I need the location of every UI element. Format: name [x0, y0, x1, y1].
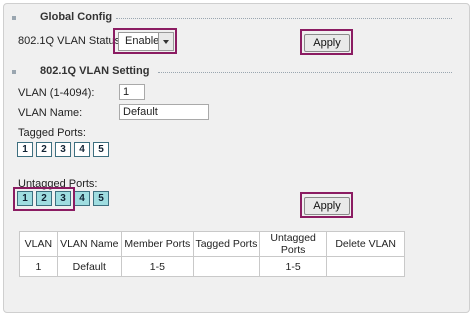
cell-vlan: 1 [19, 256, 58, 277]
cell-delete-vlan[interactable] [326, 256, 405, 277]
section-divider [116, 18, 452, 19]
cell-vlan-name: Default [56, 256, 122, 277]
tagged-ports-label: Tagged Ports: [18, 127, 86, 139]
table-row: 1 Default 1-5 1-5 [19, 256, 405, 277]
vlan-table: VLAN VLAN Name Member Ports Tagged Ports… [19, 231, 405, 277]
vlan-name-input[interactable]: Default [119, 104, 209, 120]
port-checkbox-1[interactable]: 1 [17, 142, 33, 157]
cell-untagged-ports: 1-5 [258, 256, 328, 277]
vlan-setting-header: 802.1Q VLAN Setting [12, 65, 452, 79]
col-header-vlan-name: VLAN Name [56, 231, 122, 257]
cell-member-ports: 1-5 [120, 256, 194, 277]
tagged-ports-group: 12345 [17, 142, 112, 157]
port-checkbox-4[interactable]: 4 [74, 142, 90, 157]
status-select-highlight [113, 28, 177, 54]
col-header-delete-vlan: Delete VLAN [326, 231, 405, 257]
section-bullet-icon [12, 16, 16, 20]
global-config-header: Global Config [12, 11, 452, 25]
section-bullet-icon [12, 70, 16, 74]
vlan-id-label: VLAN (1-4094): [18, 87, 95, 99]
port-checkbox-5[interactable]: 5 [93, 142, 109, 157]
port-checkbox-4[interactable]: 4 [74, 191, 90, 206]
table-header-row: VLAN VLAN Name Member Ports Tagged Ports… [19, 231, 405, 257]
global-apply-highlight [300, 29, 353, 55]
vlan-setting-title: 802.1Q VLAN Setting [40, 65, 150, 77]
port-checkbox-3[interactable]: 3 [55, 142, 71, 157]
vlan-name-label: VLAN Name: [18, 107, 83, 119]
port-checkbox-2[interactable]: 2 [36, 142, 52, 157]
section-divider [158, 72, 452, 73]
vlan-status-label: 802.1Q VLAN Status: [18, 35, 124, 47]
col-header-vlan: VLAN [19, 231, 58, 257]
col-header-member-ports: Member Ports [120, 231, 194, 257]
vlan-apply-highlight [300, 192, 353, 218]
cell-tagged-ports [192, 256, 260, 277]
col-header-untagged-ports: Untagged Ports [258, 231, 328, 257]
global-config-title: Global Config [40, 11, 113, 23]
col-header-tagged-ports: Tagged Ports [192, 231, 260, 257]
port-checkbox-5[interactable]: 5 [93, 191, 109, 206]
vlan-id-input[interactable]: 1 [119, 84, 145, 100]
untagged-ports-highlight [13, 187, 75, 211]
